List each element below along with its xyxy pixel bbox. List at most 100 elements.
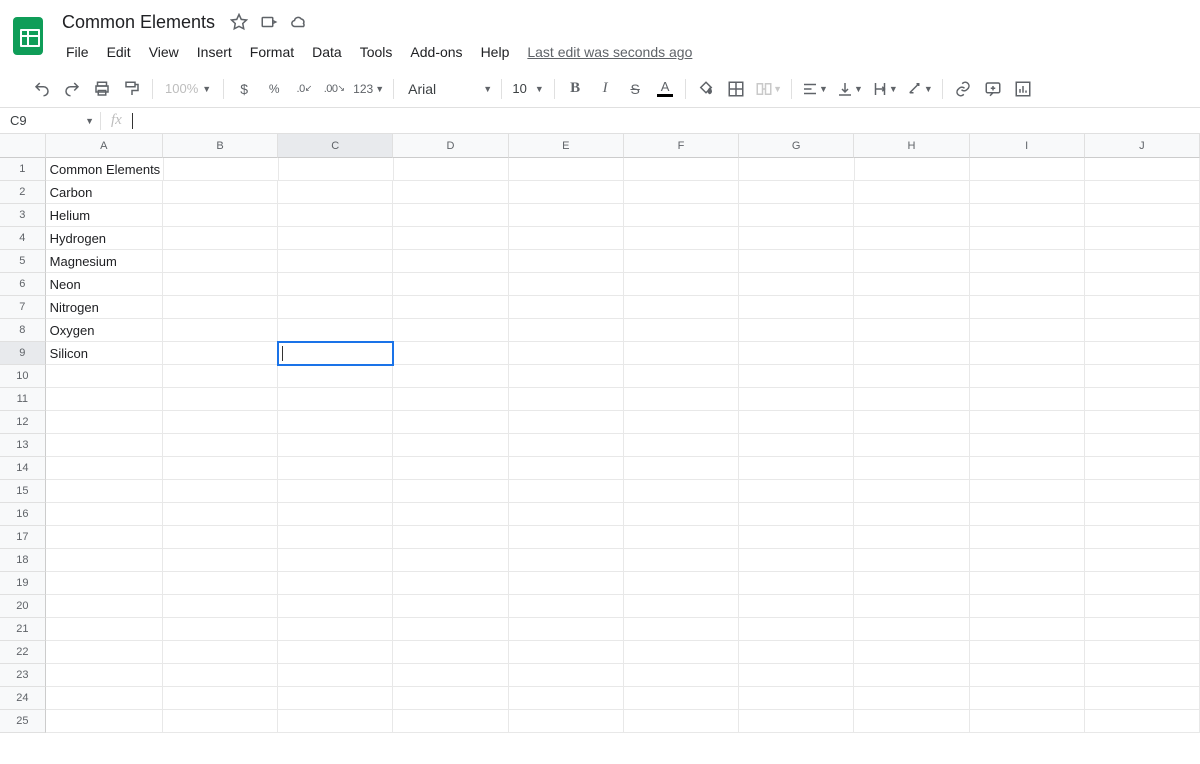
row-header[interactable]: 15 bbox=[0, 480, 46, 503]
cell-H13[interactable] bbox=[854, 434, 969, 457]
cell-H21[interactable] bbox=[854, 618, 969, 641]
row-header[interactable]: 16 bbox=[0, 503, 46, 526]
cell-H9[interactable] bbox=[854, 342, 969, 365]
cell-A6[interactable]: Neon bbox=[46, 273, 163, 296]
cell-E25[interactable] bbox=[509, 710, 624, 733]
cell-E10[interactable] bbox=[509, 365, 624, 388]
cell-D20[interactable] bbox=[393, 595, 508, 618]
cell-B1[interactable] bbox=[164, 158, 279, 181]
cell-J10[interactable] bbox=[1085, 365, 1200, 388]
cell-H10[interactable] bbox=[854, 365, 969, 388]
cell-G7[interactable] bbox=[739, 296, 854, 319]
cell-H4[interactable] bbox=[854, 227, 969, 250]
cell-F14[interactable] bbox=[624, 457, 739, 480]
cell-I14[interactable] bbox=[970, 457, 1085, 480]
cell-D4[interactable] bbox=[393, 227, 508, 250]
cell-I22[interactable] bbox=[970, 641, 1085, 664]
cell-G24[interactable] bbox=[739, 687, 854, 710]
italic-button[interactable]: I bbox=[591, 76, 619, 102]
cell-B3[interactable] bbox=[163, 204, 278, 227]
cell-B24[interactable] bbox=[163, 687, 278, 710]
row-header[interactable]: 3 bbox=[0, 204, 46, 227]
zoom-select[interactable]: 100%▼ bbox=[159, 76, 217, 102]
column-header[interactable]: C bbox=[278, 134, 393, 158]
cell-E9[interactable] bbox=[509, 342, 624, 365]
horizontal-align-button[interactable]: ▼ bbox=[798, 76, 831, 102]
cell-I19[interactable] bbox=[970, 572, 1085, 595]
cell-D14[interactable] bbox=[393, 457, 508, 480]
cell-G11[interactable] bbox=[739, 388, 854, 411]
column-header[interactable]: G bbox=[739, 134, 854, 158]
cell-A25[interactable] bbox=[46, 710, 163, 733]
cell-A3[interactable]: Helium bbox=[46, 204, 163, 227]
cell-J16[interactable] bbox=[1085, 503, 1200, 526]
column-header[interactable]: I bbox=[970, 134, 1085, 158]
redo-icon[interactable] bbox=[58, 76, 86, 102]
cell-C20[interactable] bbox=[278, 595, 393, 618]
cell-E8[interactable] bbox=[509, 319, 624, 342]
row-header[interactable]: 4 bbox=[0, 227, 46, 250]
cell-E18[interactable] bbox=[509, 549, 624, 572]
column-header[interactable]: D bbox=[393, 134, 508, 158]
cell-A18[interactable] bbox=[46, 549, 163, 572]
cell-J1[interactable] bbox=[1085, 158, 1200, 181]
cell-I11[interactable] bbox=[970, 388, 1085, 411]
cell-A16[interactable] bbox=[46, 503, 163, 526]
cell-H1[interactable] bbox=[855, 158, 970, 181]
cell-D19[interactable] bbox=[393, 572, 508, 595]
cell-C14[interactable] bbox=[278, 457, 393, 480]
cell-D3[interactable] bbox=[393, 204, 508, 227]
cell-E6[interactable] bbox=[509, 273, 624, 296]
cell-D12[interactable] bbox=[393, 411, 508, 434]
row-header[interactable]: 9 bbox=[0, 342, 46, 365]
percent-button[interactable]: % bbox=[260, 76, 288, 102]
row-header[interactable]: 10 bbox=[0, 365, 46, 388]
undo-icon[interactable] bbox=[28, 76, 56, 102]
cell-C3[interactable] bbox=[278, 204, 393, 227]
cell-G6[interactable] bbox=[739, 273, 854, 296]
cell-I15[interactable] bbox=[970, 480, 1085, 503]
cell-I17[interactable] bbox=[970, 526, 1085, 549]
cell-C19[interactable] bbox=[278, 572, 393, 595]
decrease-decimal-button[interactable]: .0↙ bbox=[290, 76, 318, 102]
app-logo[interactable] bbox=[8, 12, 48, 60]
cell-F1[interactable] bbox=[624, 158, 739, 181]
cell-F3[interactable] bbox=[624, 204, 739, 227]
cell-J2[interactable] bbox=[1085, 181, 1200, 204]
cell-H3[interactable] bbox=[854, 204, 969, 227]
cell-B21[interactable] bbox=[163, 618, 278, 641]
cloud-icon[interactable] bbox=[289, 12, 309, 32]
cell-G4[interactable] bbox=[739, 227, 854, 250]
cell-A20[interactable] bbox=[46, 595, 163, 618]
cell-J19[interactable] bbox=[1085, 572, 1200, 595]
cell-F19[interactable] bbox=[624, 572, 739, 595]
column-header[interactable]: B bbox=[163, 134, 278, 158]
fill-color-button[interactable] bbox=[692, 76, 720, 102]
cell-F8[interactable] bbox=[624, 319, 739, 342]
menu-file[interactable]: File bbox=[58, 40, 97, 64]
cell-E3[interactable] bbox=[509, 204, 624, 227]
cell-F11[interactable] bbox=[624, 388, 739, 411]
cell-B8[interactable] bbox=[163, 319, 278, 342]
strikethrough-button[interactable]: S bbox=[621, 76, 649, 102]
cell-F17[interactable] bbox=[624, 526, 739, 549]
cell-H24[interactable] bbox=[854, 687, 969, 710]
cell-B18[interactable] bbox=[163, 549, 278, 572]
menu-tools[interactable]: Tools bbox=[352, 40, 401, 64]
cell-A17[interactable] bbox=[46, 526, 163, 549]
cell-H6[interactable] bbox=[854, 273, 969, 296]
column-header[interactable]: A bbox=[46, 134, 163, 158]
cell-J6[interactable] bbox=[1085, 273, 1200, 296]
cell-G23[interactable] bbox=[739, 664, 854, 687]
cell-D2[interactable] bbox=[393, 181, 508, 204]
cell-I6[interactable] bbox=[970, 273, 1085, 296]
cell-I4[interactable] bbox=[970, 227, 1085, 250]
cell-C2[interactable] bbox=[278, 181, 393, 204]
menu-data[interactable]: Data bbox=[304, 40, 350, 64]
cell-I21[interactable] bbox=[970, 618, 1085, 641]
cell-I18[interactable] bbox=[970, 549, 1085, 572]
cell-E16[interactable] bbox=[509, 503, 624, 526]
cell-B20[interactable] bbox=[163, 595, 278, 618]
cell-H5[interactable] bbox=[854, 250, 969, 273]
cell-J23[interactable] bbox=[1085, 664, 1200, 687]
